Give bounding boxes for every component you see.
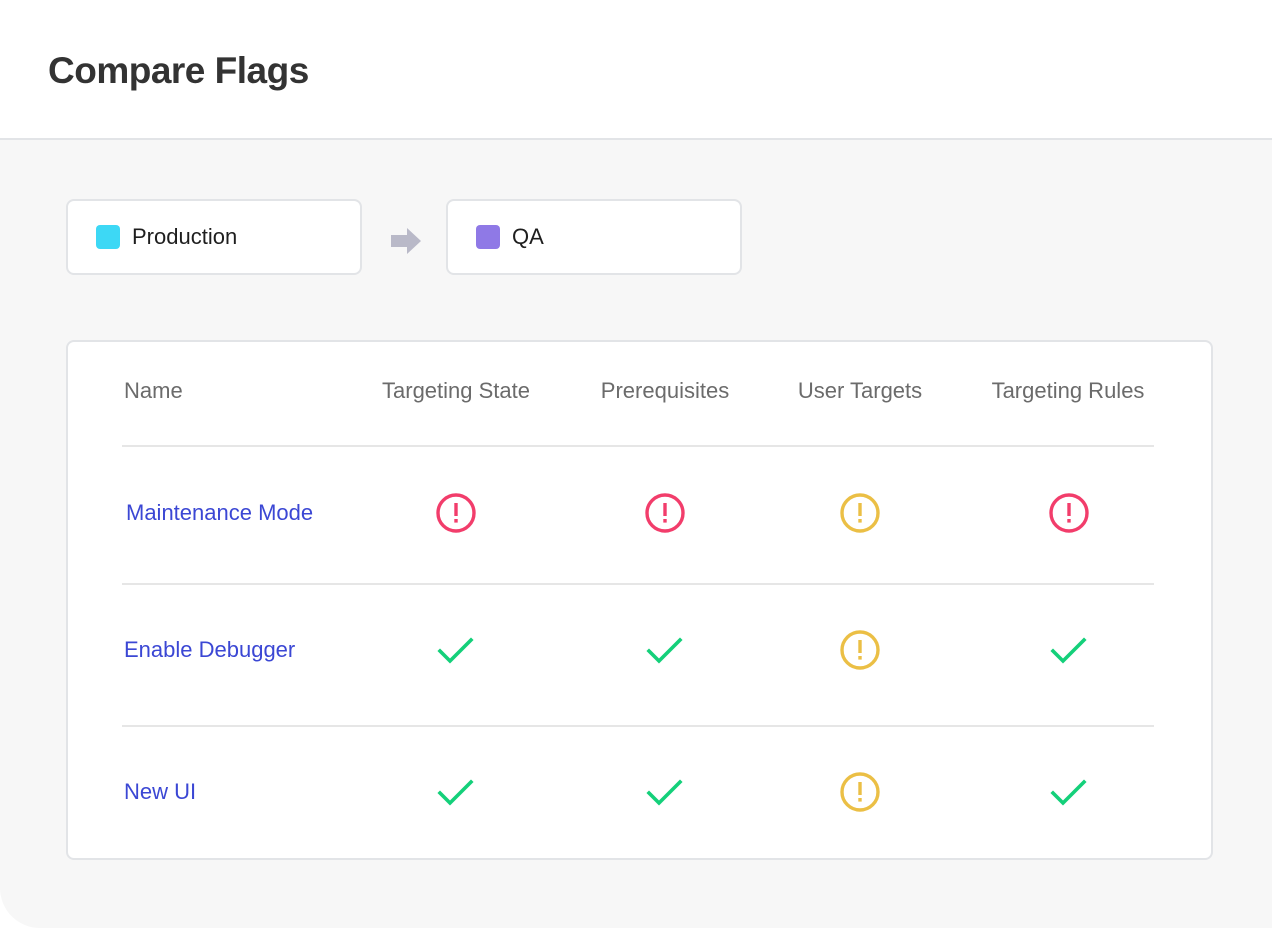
comparison-table: Name Targeting State Prerequisites User … [66, 340, 1213, 860]
flag-name-link[interactable]: New UI [124, 779, 196, 805]
row-divider [122, 583, 1154, 585]
checkmark-icon [646, 779, 683, 806]
page-title: Compare Flags [48, 50, 309, 91]
compare-flags-page: Compare Flags Production QA Name Targeti… [0, 6, 1272, 928]
checkmark-icon [437, 779, 474, 806]
error-alert-icon [1049, 493, 1089, 533]
page-header: Compare Flags [0, 6, 1272, 140]
flag-name-link[interactable]: Enable Debugger [124, 637, 295, 663]
column-header-targeting-rules: Targeting Rules [991, 378, 1145, 403]
arrow-right-icon [391, 228, 421, 254]
environment-color-swatch [96, 225, 120, 249]
row-divider [122, 725, 1154, 727]
column-header-user-targets: User Targets [797, 378, 923, 403]
environment-color-swatch [476, 225, 500, 249]
checkmark-icon [1050, 637, 1087, 664]
target-environment-name: QA [512, 224, 544, 249]
checkmark-icon [437, 637, 474, 664]
checkmark-icon [1050, 779, 1087, 806]
source-environment-name: Production [132, 224, 238, 249]
error-alert-icon [436, 493, 476, 533]
flag-name-link[interactable]: Maintenance Mode [126, 500, 313, 526]
column-header-prerequisites: Prerequisites [600, 378, 730, 403]
warning-alert-icon [840, 772, 880, 812]
header-divider [122, 445, 1154, 447]
warning-alert-icon [840, 630, 880, 670]
checkmark-icon [646, 637, 683, 664]
error-alert-icon [645, 493, 685, 533]
target-environment-selector[interactable]: QA [446, 199, 742, 275]
column-header-targeting-state: Targeting State [382, 378, 530, 403]
source-environment-selector[interactable]: Production [66, 199, 362, 275]
warning-alert-icon [840, 493, 880, 533]
column-header-name: Name [124, 378, 183, 403]
